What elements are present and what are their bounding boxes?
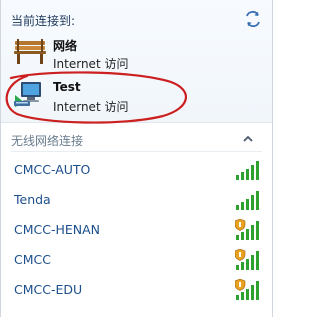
connected-header: 当前连接到:: [11, 14, 76, 28]
connected-network-status: Internet 访问: [53, 57, 129, 71]
refresh-button[interactable]: [244, 10, 262, 28]
wifi-network-name: CMCC-AUTO: [14, 162, 91, 177]
secured-wifi-signal-icon: [235, 279, 259, 300]
network-flyout: 当前连接到: 网络 Internet 访问 Test Internet 访问 无…: [0, 0, 273, 317]
wifi-network-name: CMCC-EDU: [14, 282, 83, 297]
wifi-network-item[interactable]: Tenda: [5, 187, 267, 215]
wifi-network-name: Tenda: [14, 192, 51, 207]
computer-network-icon: [14, 82, 41, 107]
wifi-network-item[interactable]: CMCC-HENAN: [5, 217, 267, 245]
secured-wifi-signal-icon: [235, 249, 259, 270]
wifi-signal-icon: [236, 161, 259, 180]
connected-network-2[interactable]: Test Internet 访问: [13, 79, 253, 119]
wifi-network-item[interactable]: CMCC-AUTO: [5, 157, 267, 185]
connected-network-1[interactable]: 网络 Internet 访问: [13, 36, 253, 76]
wireless-section-header: 无线网络连接: [11, 134, 84, 148]
wifi-network-name: CMCC-HENAN: [14, 222, 101, 237]
secured-wifi-signal-icon: [235, 219, 259, 240]
wifi-network-item[interactable]: CMCC: [5, 247, 267, 275]
section-divider: [11, 151, 262, 152]
wifi-signal-icon: [236, 191, 259, 210]
connected-network-name: Test: [53, 80, 81, 94]
bench-network-icon: [14, 39, 46, 64]
connected-section: 当前连接到: 网络 Internet 访问 Test Internet 访问: [1, 0, 272, 123]
connected-network-status: Internet 访问: [53, 100, 129, 114]
connected-network-name: 网络: [53, 39, 78, 53]
refresh-icon: [246, 10, 260, 28]
wifi-network-name: CMCC: [14, 252, 51, 267]
chevron-up-icon[interactable]: [242, 133, 254, 145]
wifi-network-item[interactable]: CMCC-EDU: [5, 277, 267, 305]
